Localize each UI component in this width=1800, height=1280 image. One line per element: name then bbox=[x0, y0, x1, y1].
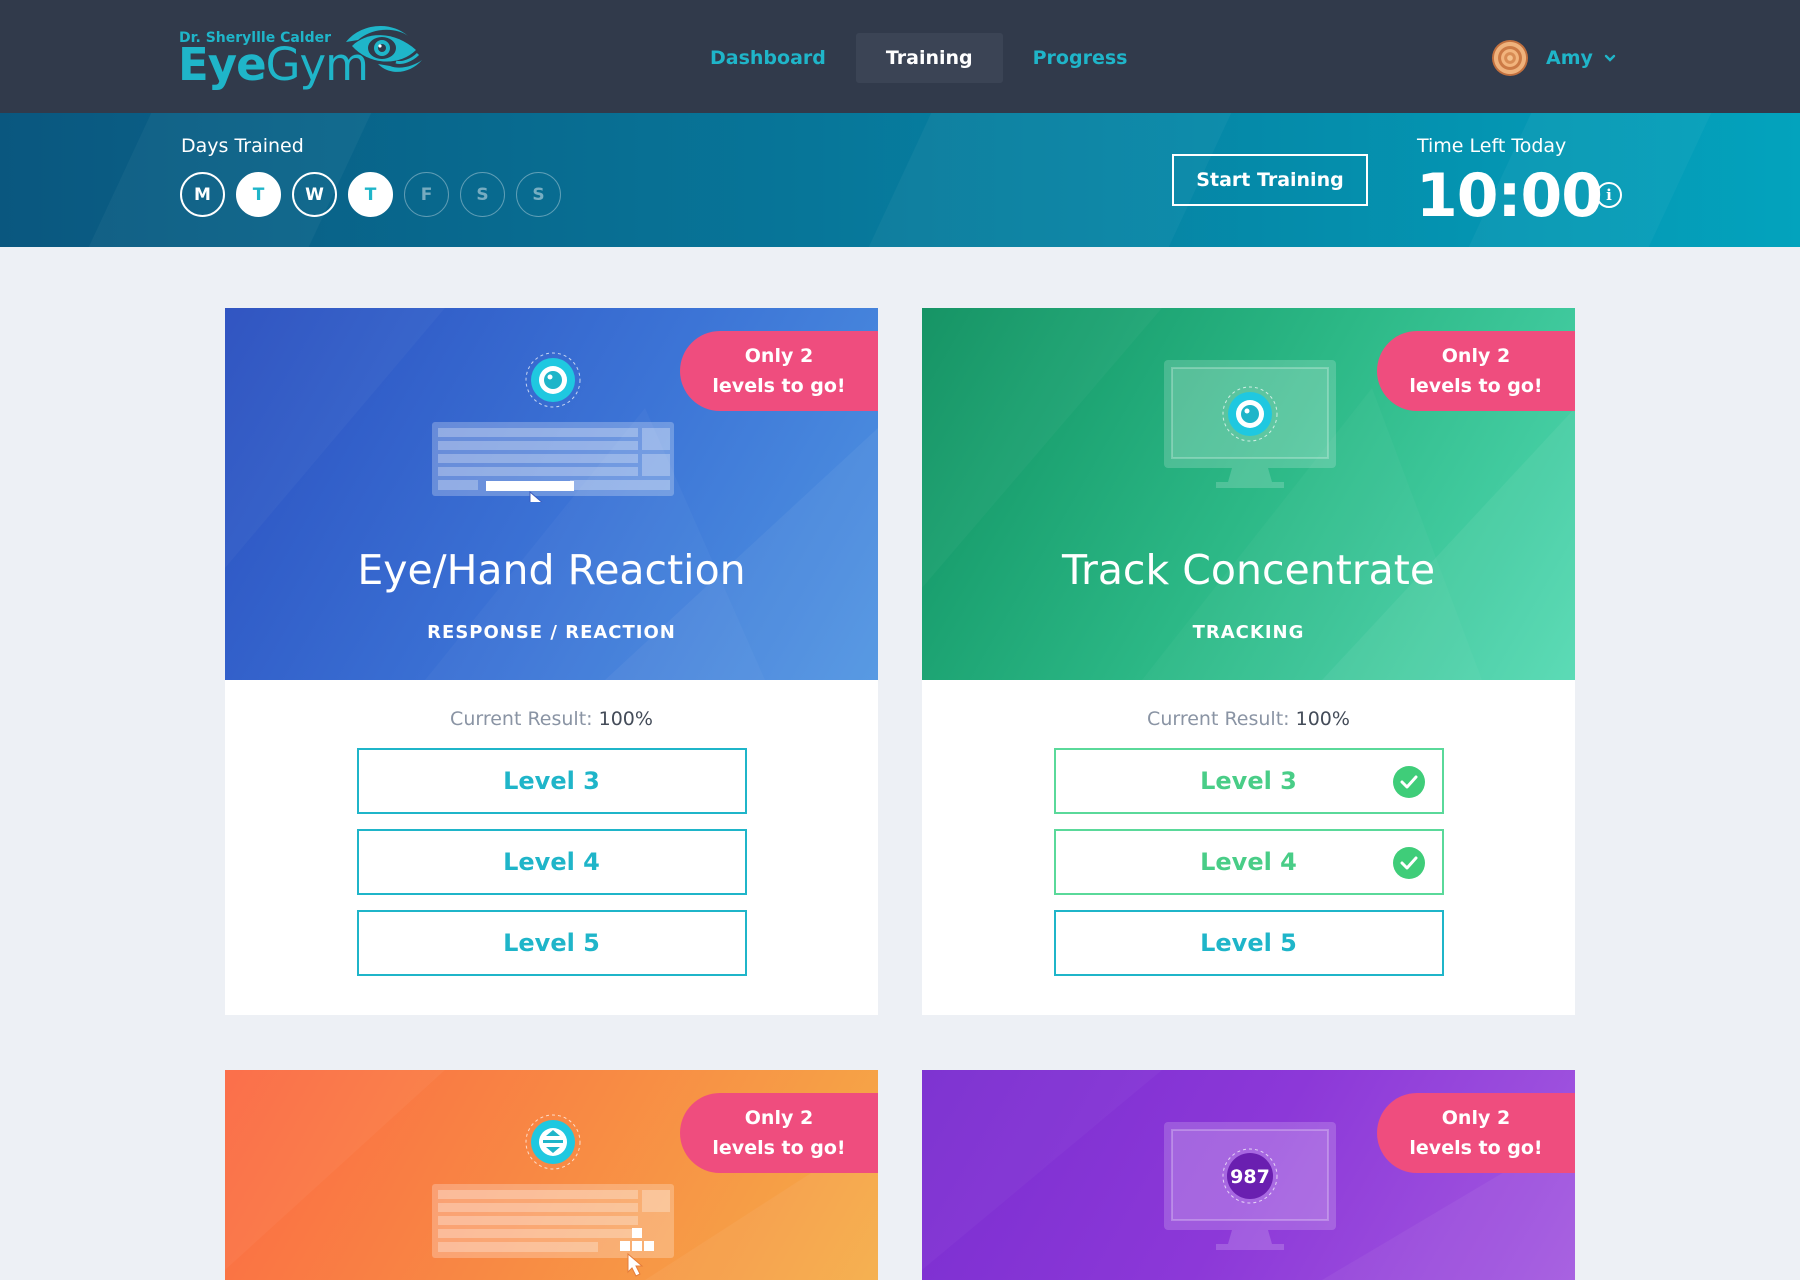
badge-line1: Only 2 bbox=[744, 1107, 814, 1129]
nav-training[interactable]: Training bbox=[855, 33, 1003, 83]
levels-remaining-badge: Only 2 levels to go! bbox=[680, 1093, 878, 1173]
levels-remaining-badge: Only 2 levels to go! bbox=[1377, 331, 1575, 411]
card-category: RESPONSE / REACTION bbox=[427, 622, 676, 643]
card-hero: Only 2 levels to go! Track Concentrate TR… bbox=[922, 308, 1575, 680]
level-3-button[interactable]: Level 3 bbox=[356, 748, 747, 814]
level-label: Level 4 bbox=[503, 848, 600, 876]
main-nav: Dashboard Training Progress bbox=[680, 33, 1157, 83]
eye-hand-logo-icon bbox=[346, 25, 422, 72]
info-icon[interactable]: i bbox=[1596, 182, 1622, 208]
levels-remaining-badge: Only 2 levels to go! bbox=[680, 331, 878, 411]
time-left-value: 10:00 bbox=[1416, 161, 1603, 231]
day-wednesday: W bbox=[292, 172, 337, 217]
chevron-down-icon bbox=[1604, 54, 1616, 62]
result-value: 100% bbox=[598, 708, 653, 730]
badge-line1: Only 2 bbox=[1441, 345, 1511, 367]
badge-line2: levels to go! bbox=[1409, 1137, 1543, 1159]
exercise-card-3: Only 2 levels to go! bbox=[225, 1070, 878, 1280]
logo-eye-text: Eye bbox=[178, 38, 267, 91]
start-training-button[interactable]: Start Training bbox=[1172, 154, 1368, 206]
days-trained-label: Days Trained bbox=[181, 135, 304, 157]
exercise-card-4: 987 Only 2 levels to go! bbox=[922, 1070, 1575, 1280]
day-tuesday: T bbox=[236, 172, 281, 217]
card-category: TRACKING bbox=[1192, 622, 1305, 643]
exercise-card-eye-hand-reaction: Only 2 levels to go! Eye/Hand Reaction RE… bbox=[225, 308, 878, 1015]
card-title: Eye/Hand Reaction bbox=[357, 546, 746, 594]
level-5-button[interactable]: Level 5 bbox=[356, 910, 747, 976]
badge-line2: levels to go! bbox=[712, 375, 846, 397]
level-label: Level 4 bbox=[1200, 848, 1297, 876]
day-sunday: S bbox=[516, 172, 561, 217]
keyboard-icon bbox=[432, 1114, 674, 1277]
level-label: Level 5 bbox=[1200, 929, 1297, 957]
level-label: Level 3 bbox=[1200, 767, 1297, 795]
top-navigation-bar: Dr. Sheryllle Calder EyeGym Dashboard Tr… bbox=[0, 0, 1800, 113]
badge-line2: levels to go! bbox=[1409, 375, 1543, 397]
screen-number: 987 bbox=[1230, 1166, 1270, 1188]
levels-remaining-badge: Only 2 levels to go! bbox=[1377, 1093, 1575, 1173]
user-name: Amy bbox=[1546, 47, 1593, 69]
nav-dashboard[interactable]: Dashboard bbox=[680, 33, 856, 83]
level-3-button[interactable]: Level 3 bbox=[1053, 748, 1444, 814]
card-body: Current Result: 100% Level 3 Level 4 Lev… bbox=[225, 680, 878, 1015]
level-label: Level 5 bbox=[503, 929, 600, 957]
card-body: Current Result: 100% Level 3 Level 4 Lev… bbox=[922, 680, 1575, 1015]
badge-line1: Only 2 bbox=[1441, 1107, 1511, 1129]
day-thursday: T bbox=[348, 172, 393, 217]
days-trained-indicator: M T W T F S S bbox=[180, 172, 572, 217]
card-title: Track Concentrate bbox=[1061, 546, 1436, 594]
level-list: Level 3 Level 4 Level 5 bbox=[922, 748, 1575, 976]
badge-line2: levels to go! bbox=[712, 1137, 846, 1159]
avatar bbox=[1492, 40, 1528, 76]
eyegym-logo[interactable]: Dr. Sheryllle Calder EyeGym bbox=[178, 24, 438, 94]
card-hero: Only 2 levels to go! Eye/Hand Reaction RE… bbox=[225, 308, 878, 680]
level-4-button[interactable]: Level 4 bbox=[356, 829, 747, 895]
badge-line1: Only 2 bbox=[744, 345, 814, 367]
result-label: Current Result: bbox=[450, 708, 593, 730]
user-menu[interactable]: Amy bbox=[1492, 40, 1617, 76]
current-result: Current Result: 100% bbox=[225, 708, 878, 734]
level-5-button[interactable]: Level 5 bbox=[1053, 910, 1444, 976]
day-monday: M bbox=[180, 172, 225, 217]
nav-progress[interactable]: Progress bbox=[1003, 33, 1158, 83]
card-hero: Only 2 levels to go! bbox=[225, 1070, 878, 1280]
checkmark-icon bbox=[1392, 847, 1425, 879]
exercise-card-track-concentrate: Only 2 levels to go! Track Concentrate TR… bbox=[922, 308, 1575, 1015]
result-value: 100% bbox=[1295, 708, 1350, 730]
result-label: Current Result: bbox=[1147, 708, 1290, 730]
level-label: Level 3 bbox=[503, 767, 600, 795]
day-saturday: S bbox=[460, 172, 505, 217]
monitor-icon: 987 bbox=[1164, 1122, 1336, 1250]
card-hero: 987 Only 2 levels to go! bbox=[922, 1070, 1575, 1280]
monitor-icon bbox=[1164, 360, 1336, 488]
time-left-label: Time Left Today bbox=[1417, 135, 1567, 157]
current-result: Current Result: 100% bbox=[922, 708, 1575, 734]
day-friday: F bbox=[404, 172, 449, 217]
checkmark-icon bbox=[1392, 766, 1425, 798]
training-status-banner: Days Trained M T W T F S S Start Trainin… bbox=[0, 113, 1800, 247]
level-list: Level 3 Level 4 Level 5 bbox=[225, 748, 878, 976]
keyboard-icon bbox=[432, 352, 674, 502]
level-4-button[interactable]: Level 4 bbox=[1053, 829, 1444, 895]
